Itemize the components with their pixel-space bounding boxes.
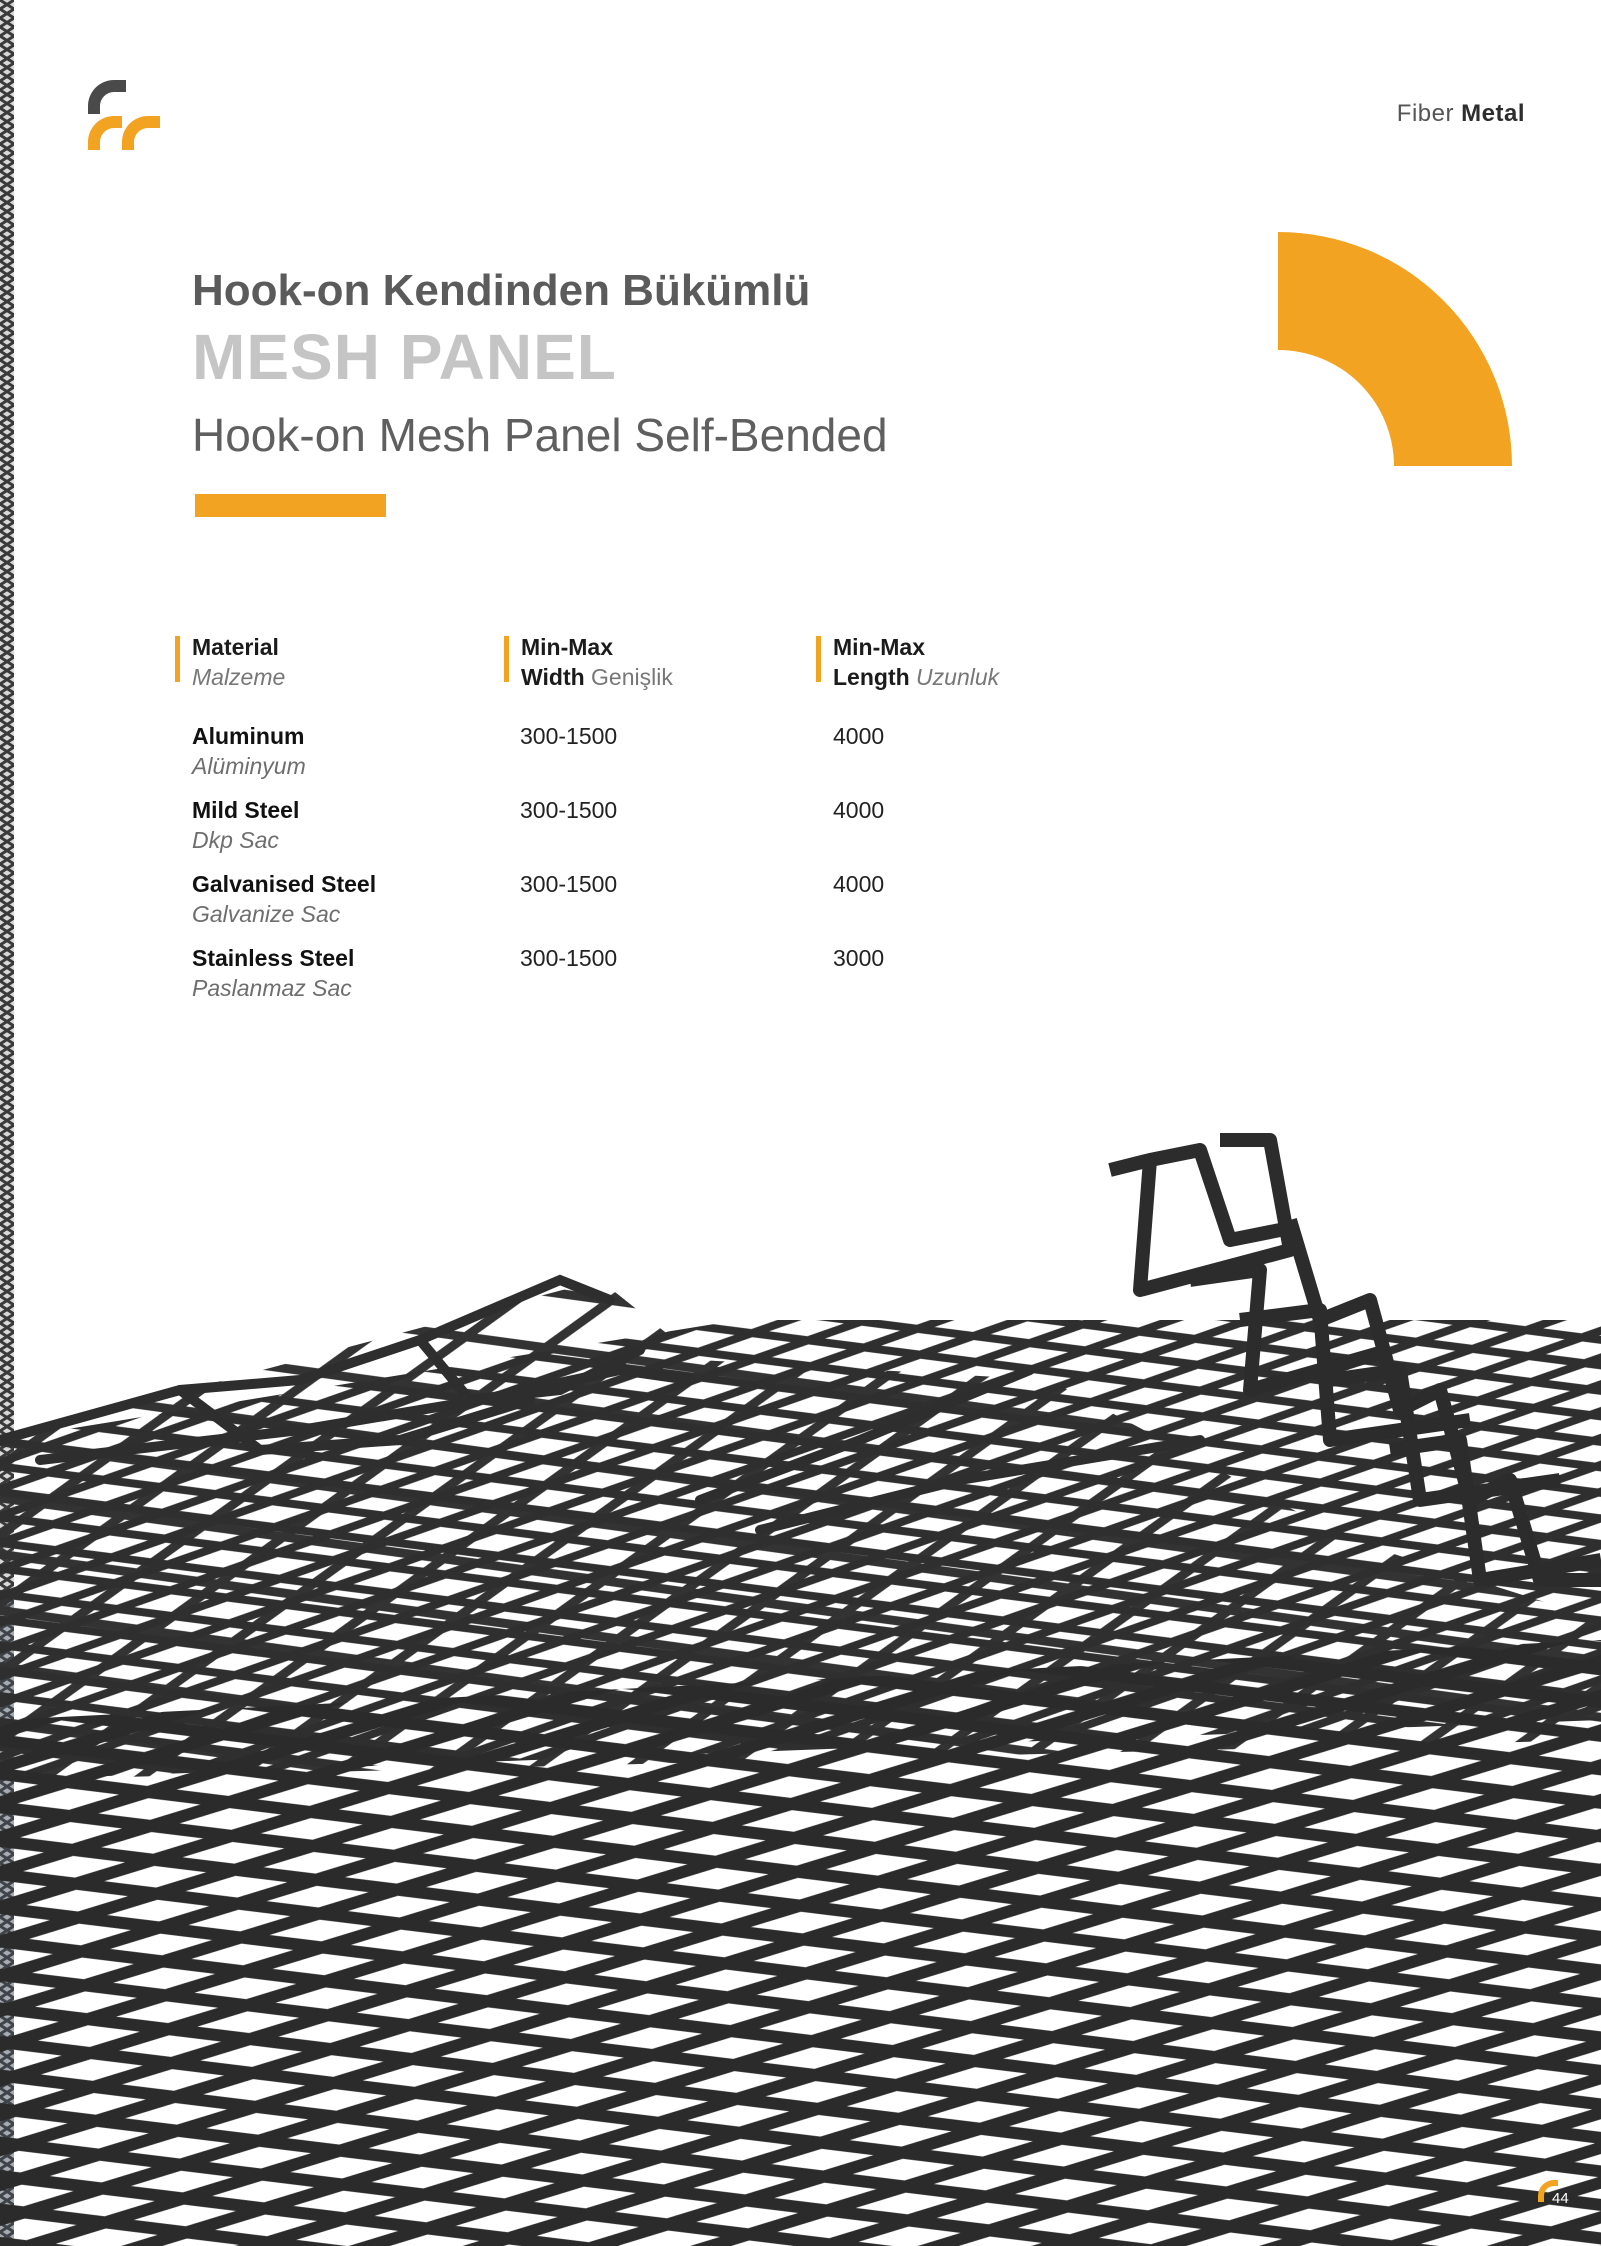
material-name: Galvanised Steel bbox=[192, 871, 377, 897]
column-marker bbox=[504, 636, 509, 682]
material-name-tr: Dkp Sac bbox=[192, 827, 279, 853]
table-row: Galvanised Steel Galvanize Sac 300-1500 … bbox=[0, 869, 1601, 939]
brand-name-bold: Metal bbox=[1461, 100, 1525, 127]
accent-bar bbox=[195, 494, 386, 517]
decorative-quarter-arc bbox=[1278, 232, 1512, 466]
length-cell: 4000 bbox=[833, 871, 885, 897]
material-name: Stainless Steel bbox=[192, 945, 355, 971]
length-cell: 3000 bbox=[833, 945, 885, 971]
material-cell: Stainless Steel Paslanmaz Sac bbox=[192, 943, 354, 1003]
width-cell: 300-1500 bbox=[520, 723, 618, 749]
column-header-label-bold: Width bbox=[521, 664, 585, 690]
column-header-length: Min-Max Length Uzunluk bbox=[816, 632, 1000, 692]
brand-name-light: Fiber bbox=[1396, 100, 1454, 127]
material-cell: Aluminum Alüminyum bbox=[192, 721, 306, 781]
column-header-label: Min-Max bbox=[833, 634, 925, 660]
table-row: Aluminum Alüminyum 300-1500 4000 bbox=[0, 721, 1601, 791]
material-cell: Galvanised Steel Galvanize Sac bbox=[192, 869, 376, 929]
column-marker bbox=[175, 636, 180, 682]
column-marker bbox=[816, 636, 821, 682]
width-cell: 300-1500 bbox=[520, 797, 618, 823]
catalog-page: Fiber Metal Hook-on Kendinden Bükümlü ME… bbox=[0, 0, 1601, 2246]
table-row: Stainless Steel Paslanmaz Sac 300-1500 3… bbox=[0, 943, 1601, 1013]
column-header-label-bold: Length bbox=[833, 664, 910, 690]
brand-name: Fiber Metal bbox=[1397, 100, 1525, 128]
material-name-tr: Paslanmaz Sac bbox=[192, 975, 352, 1001]
title-kicker: Hook-on Kendinden Bükümlü bbox=[192, 266, 811, 315]
column-header-label: Material bbox=[192, 634, 279, 660]
material-name: Aluminum bbox=[192, 723, 305, 749]
material-name-tr: Alüminyum bbox=[192, 753, 306, 779]
material-name-tr: Galvanize Sac bbox=[192, 901, 341, 927]
column-header-label: Min-Max bbox=[521, 634, 613, 660]
width-cell: 300-1500 bbox=[520, 945, 618, 971]
page-title: MESH PANEL bbox=[192, 321, 617, 393]
material-name: Mild Steel bbox=[192, 797, 300, 823]
fiber-metal-logo bbox=[88, 80, 160, 150]
column-header-label-tr: Genişlik bbox=[584, 664, 673, 690]
length-cell: 4000 bbox=[833, 797, 885, 823]
length-cell: 4000 bbox=[833, 723, 885, 749]
mesh-panel-photo bbox=[0, 1133, 1601, 2246]
column-header-material: Material Malzeme bbox=[175, 632, 286, 692]
column-header-width: Min-Max Width Genişlik bbox=[504, 632, 673, 692]
material-cell: Mild Steel Dkp Sac bbox=[192, 795, 299, 855]
table-row: Mild Steel Dkp Sac 300-1500 4000 bbox=[0, 795, 1601, 865]
page-number: 44 bbox=[1552, 2190, 1569, 2207]
column-header-label-tr: Uzunluk bbox=[909, 664, 1000, 690]
page-subtitle: Hook-on Mesh Panel Self-Bended bbox=[192, 409, 888, 461]
column-header-label-tr: Malzeme bbox=[192, 664, 286, 690]
width-cell: 300-1500 bbox=[520, 871, 618, 897]
